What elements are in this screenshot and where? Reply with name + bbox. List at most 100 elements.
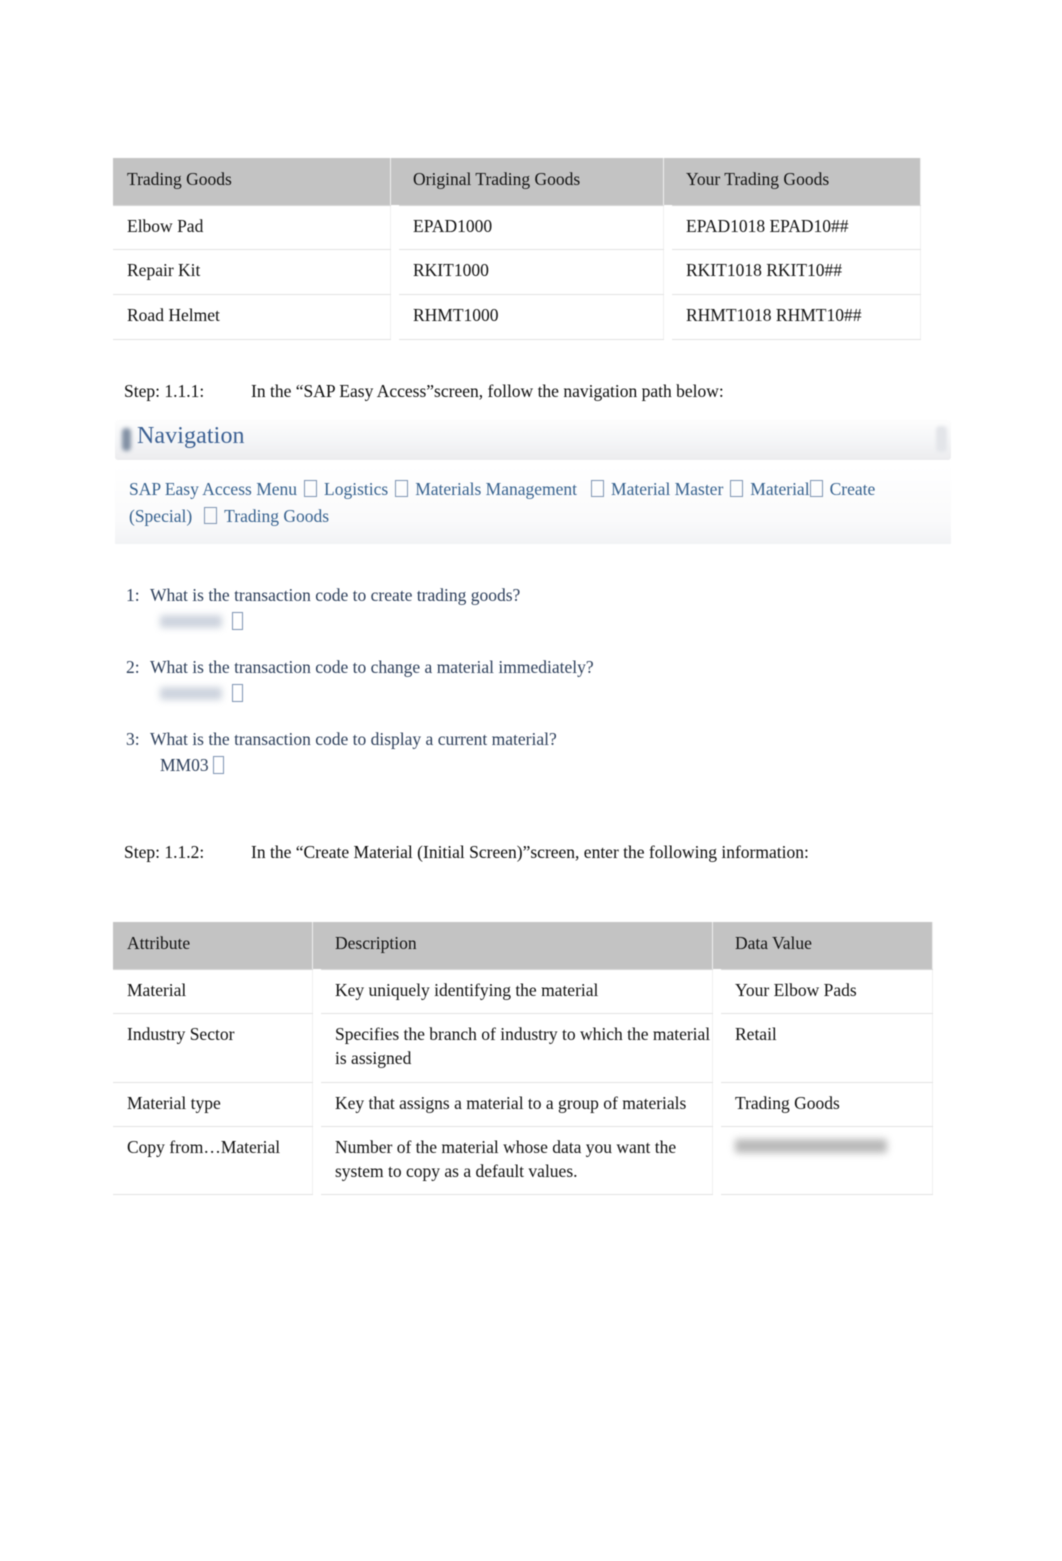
column-gutter	[313, 922, 321, 970]
navigation-endcap-icon	[936, 426, 947, 452]
question-3-answer[interactable]: MM03	[160, 755, 224, 776]
cell-description: Specifies the branch of industry to whic…	[321, 1013, 713, 1083]
question-2-text: What is the transaction code to change a…	[150, 657, 594, 677]
column-gutter	[664, 294, 672, 339]
nav-item-trading-goods[interactable]: Trading Goods	[224, 506, 329, 526]
initial-screen-attributes-table: Attribute Description Data Value Materia…	[113, 922, 933, 1196]
chevron-placeholder-icon	[809, 480, 823, 497]
question-2-number: 2:	[126, 657, 140, 677]
step-1-1-2-label: Step: 1.1.2:	[124, 842, 205, 862]
redacted-data-value	[735, 1139, 887, 1154]
chevron-placeholder-icon	[304, 480, 318, 497]
nav-item-material[interactable]: Material	[750, 479, 809, 499]
column-gutter	[391, 205, 399, 250]
column-gutter	[713, 1013, 721, 1082]
question-1-text: What is the transaction code to create t…	[150, 585, 521, 605]
navigation-title: Navigation	[137, 423, 245, 449]
cell-description: Key that assigns a material to a group o…	[321, 1082, 713, 1128]
question-1: 1: What is the transaction code to create…	[126, 585, 520, 606]
cell-data-value: Your Elbow Pads	[721, 969, 933, 1015]
column-header-description: Description	[321, 922, 713, 970]
document-page: Trading Goods Original Trading Goods You…	[0, 0, 1062, 1561]
step-1-1-1-label: Step: 1.1.1:	[124, 381, 205, 401]
table-header-row: Attribute Description Data Value	[113, 922, 933, 970]
box-placeholder-icon	[212, 756, 224, 774]
cell-goods-name: Repair Kit	[113, 249, 391, 295]
cell-attribute: Material type	[113, 1082, 313, 1128]
cell-attribute: Material	[113, 969, 313, 1015]
column-header-attribute: Attribute	[113, 922, 313, 970]
question-3-number: 3:	[126, 729, 140, 749]
cell-data-value-redacted	[721, 1126, 933, 1196]
step-1-1-2: Step: 1.1.2: In the “Create Material (Ini…	[124, 842, 809, 863]
redacted-answer-1	[160, 615, 222, 628]
column-gutter	[713, 1082, 721, 1127]
column-gutter	[664, 205, 672, 250]
question-1-number: 1:	[126, 585, 140, 605]
column-gutter	[664, 249, 672, 295]
navigation-header-bar: Navigation	[115, 420, 951, 460]
cell-description: Number of the material whose data you wa…	[321, 1126, 713, 1196]
nav-item-material-master[interactable]: Material Master	[611, 479, 723, 499]
cell-original-code: RKIT1000	[399, 249, 664, 295]
navigation-block: Navigation SAP Easy Access Menu Logistics…	[115, 420, 951, 545]
column-header-trading-goods: Trading Goods	[113, 158, 391, 206]
chevron-placeholder-icon	[730, 480, 744, 497]
column-gutter	[391, 158, 399, 206]
column-gutter	[313, 969, 321, 1014]
question-3-answer-value: MM03	[160, 755, 209, 775]
table-row: Industry Sector Specifies the branch of …	[113, 1013, 933, 1083]
redacted-answer-2	[160, 687, 222, 700]
cell-your-code: EPAD1018 EPAD10##	[672, 205, 921, 251]
cell-goods-name: Road Helmet	[113, 294, 391, 340]
chevron-placeholder-icon	[591, 480, 605, 497]
question-3-text: What is the transaction code to display …	[150, 729, 557, 749]
table-row: Elbow Pad EPAD1000 EPAD1018 EPAD10##	[113, 205, 921, 251]
cell-original-code: RHMT1000	[399, 294, 664, 340]
column-gutter	[391, 249, 399, 295]
question-1-answer[interactable]	[160, 611, 243, 632]
table-row: Material type Key that assigns a materia…	[113, 1082, 933, 1128]
question-2-answer[interactable]	[160, 683, 243, 704]
cell-your-code: RHMT1018 RHMT10##	[672, 294, 921, 340]
column-header-your-trading-goods: Your Trading Goods	[672, 158, 921, 206]
cell-attribute: Industry Sector	[113, 1013, 313, 1083]
chevron-placeholder-icon	[395, 480, 409, 497]
column-gutter	[313, 1082, 321, 1127]
chevron-placeholder-icon	[204, 507, 218, 525]
nav-item-materials-management[interactable]: Materials Management	[415, 479, 577, 499]
cell-your-code: RKIT1018 RKIT10##	[672, 249, 921, 295]
navigation-bullet-icon	[122, 428, 131, 451]
column-header-original-trading-goods: Original Trading Goods	[399, 158, 664, 206]
page-footer	[122, 1288, 822, 1310]
step-1-1-1-text: In the “SAP Easy Access”screen, follow t…	[251, 381, 724, 401]
table-row: Copy from…Material Number of the materia…	[113, 1126, 933, 1196]
cell-description: Key uniquely identifying the material	[321, 969, 713, 1015]
column-gutter	[313, 1126, 321, 1195]
step-1-1-2-text: In the “Create Material (Initial Screen)…	[251, 842, 809, 862]
nav-item-logistics[interactable]: Logistics	[324, 479, 388, 499]
navigation-path: SAP Easy Access Menu Logistics Materials M…	[115, 467, 951, 545]
column-gutter	[391, 294, 399, 339]
step-1-1-1: Step: 1.1.1: In the “SAP Easy Access”scre…	[124, 381, 724, 402]
column-gutter	[713, 969, 721, 1014]
column-header-data-value: Data Value	[721, 922, 933, 970]
cell-original-code: EPAD1000	[399, 205, 664, 251]
cell-goods-name: Elbow Pad	[113, 205, 391, 251]
trading-goods-table: Trading Goods Original Trading Goods You…	[113, 158, 921, 340]
column-gutter	[664, 158, 672, 206]
cell-data-value: Retail	[721, 1013, 933, 1083]
box-placeholder-icon	[232, 684, 243, 702]
question-2: 2: What is the transaction code to change…	[126, 657, 594, 678]
column-gutter	[313, 1013, 321, 1082]
cell-attribute: Copy from…Material	[113, 1126, 313, 1196]
table-row: Repair Kit RKIT1000 RKIT1018 RKIT10##	[113, 249, 921, 295]
nav-item-sap-easy-access-menu[interactable]: SAP Easy Access Menu	[129, 479, 297, 499]
column-gutter	[713, 922, 721, 970]
column-gutter	[713, 1126, 721, 1195]
question-3: 3: What is the transaction code to displa…	[126, 729, 557, 750]
table-row: Road Helmet RHMT1000 RHMT1018 RHMT10##	[113, 294, 921, 340]
box-placeholder-icon	[232, 612, 243, 630]
cell-data-value: Trading Goods	[721, 1082, 933, 1128]
table-header-row: Trading Goods Original Trading Goods You…	[113, 158, 921, 206]
